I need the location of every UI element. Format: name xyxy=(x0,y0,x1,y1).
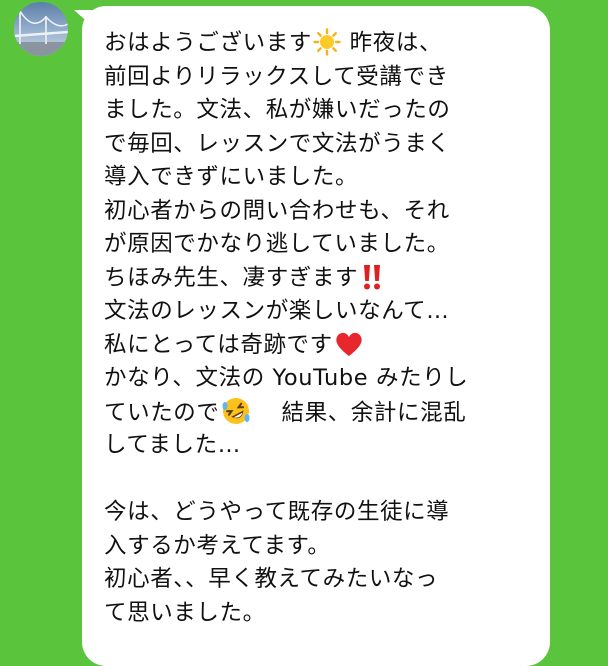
message-text-segment: ていたので xyxy=(104,399,220,426)
message-line: ていたので 結果、余計に混乱 xyxy=(104,396,544,430)
message-line: 前回よりリラックスして受講でき xyxy=(104,63,449,90)
message-line: おはようございます 昨夜は、 xyxy=(104,27,544,61)
message-line: 初心者からの問い合わせも、それ xyxy=(104,197,450,224)
message-line: 私にとっては奇跡です xyxy=(104,329,544,363)
message-line: が原因でかなり逃していました。 xyxy=(104,231,450,257)
message-line: 今は、どうやって既存の生徒に導 xyxy=(104,499,450,525)
message-bubble[interactable]: おはようございます 昨夜は、 前回よりリラックスして受講でき ました。文法、私が… xyxy=(82,6,550,666)
message-line: 初心者、、早く教えてみたいなっ xyxy=(104,566,439,592)
message-text-segment: 結果、余計に混乱 xyxy=(281,399,467,426)
message-text-segment: 昨夜は、 xyxy=(349,30,443,56)
contact-avatar[interactable] xyxy=(14,2,68,56)
message-line: 入するか考えてます。 xyxy=(104,532,331,559)
message-text-segment: 私にとっては奇跡です xyxy=(104,331,333,358)
message-text-segment: ちほみ先生、凄すぎます xyxy=(104,264,359,291)
message-line: かなり、文法の YouTube みたりし xyxy=(104,365,469,391)
message-text-segment: おはようございます xyxy=(104,30,312,56)
message-line: ました。文法、私が嫌いだったの xyxy=(104,97,451,123)
message-line: してました… xyxy=(104,432,241,458)
message-line: で毎回、レッスンで文法がうまく xyxy=(104,130,451,157)
message-line: ちほみ先生、凄すぎます xyxy=(104,262,544,296)
message-line: て思いました。 xyxy=(104,599,266,626)
bridge-photo-avatar-icon xyxy=(14,2,68,56)
message-line: 導入できずにいました。 xyxy=(104,164,359,190)
message-line: 文法のレッスンが楽しいなんて… xyxy=(104,298,450,324)
message-text: おはようございます 昨夜は、 前回よりリラックスして受講でき ました。文法、私が… xyxy=(104,27,544,630)
